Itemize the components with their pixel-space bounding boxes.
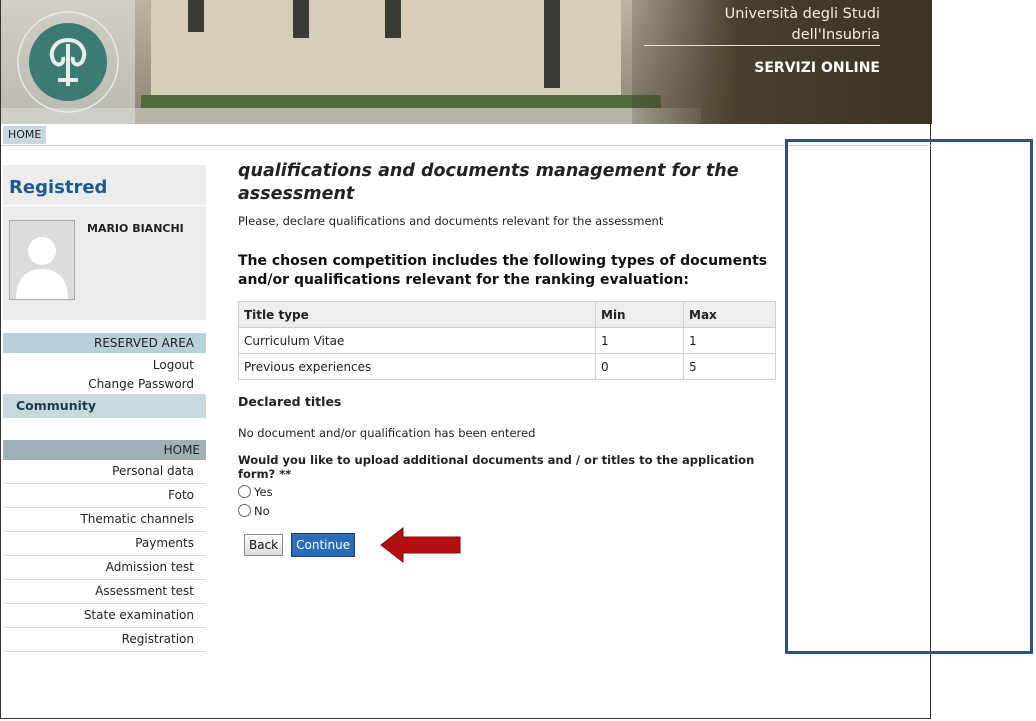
services-label: SERVIZI ONLINE [754, 60, 880, 76]
cell-min: 1 [595, 327, 684, 354]
col-max: Max [683, 301, 776, 328]
menu-payments[interactable]: Payments [3, 532, 206, 556]
declared-titles-heading: Declared titles [238, 394, 342, 409]
menu-personal-data[interactable]: Personal data [3, 460, 206, 484]
cell-title-type: Curriculum Vitae [238, 327, 596, 354]
continue-button[interactable]: Continue [291, 533, 356, 557]
table-row: Curriculum Vitae 1 1 [238, 327, 776, 354]
change-password-link[interactable]: Change Password [3, 375, 206, 394]
page-subtitle: Please, declare qualifications and docum… [238, 214, 664, 228]
registered-heading: Registred [9, 177, 108, 198]
community-link[interactable]: Community [3, 394, 206, 418]
menu-assessment-test[interactable]: Assessment test [3, 580, 206, 604]
main-content: qualifications and documents management … [238, 160, 778, 565]
menu-admission-test[interactable]: Admission test [3, 556, 206, 580]
menu-state-examination[interactable]: State examination [3, 604, 206, 628]
table-header-row: Title type Min Max [238, 301, 776, 328]
no-document-message: No document and/or qualification has bee… [238, 426, 536, 440]
radio-no[interactable]: No [238, 502, 778, 519]
avatar [9, 220, 75, 300]
home-tab[interactable]: HOME [3, 126, 47, 144]
upload-question: Would you like to upload additional docu… [238, 453, 755, 481]
arrow-left-icon [380, 526, 461, 564]
competition-heading: The chosen competition includes the foll… [238, 253, 768, 288]
profile-panel: Registred MARIO BIANCHI [3, 165, 206, 320]
user-name: MARIO BIANCHI [87, 222, 184, 235]
cell-max: 5 [683, 353, 776, 380]
menu-registration[interactable]: Registration [3, 628, 206, 652]
table-row: Previous experiences 0 5 [238, 353, 776, 380]
menu-thematic-channels[interactable]: Thematic channels [3, 508, 206, 532]
home-section-heading[interactable]: HOME [3, 440, 206, 460]
back-button[interactable]: Back [244, 534, 284, 556]
col-title-type: Title type [238, 301, 596, 328]
page-title: qualifications and documents management … [238, 161, 739, 204]
sidebar: Registred MARIO BIANCHI RESERVED AREA Lo… [3, 165, 206, 652]
header-banner: Università degli Studi dell'Insubria SER… [1, 0, 932, 124]
radio-yes-label: Yes [254, 484, 273, 499]
title-types-table: Title type Min Max Curriculum Vitae 1 1 … [238, 301, 776, 380]
logout-link[interactable]: Logout [3, 356, 206, 375]
radio-yes-circle[interactable] [238, 485, 251, 498]
university-logo [1, 0, 135, 124]
cell-max: 1 [683, 327, 776, 354]
radio-yes[interactable]: Yes [238, 483, 778, 500]
col-min: Min [595, 301, 684, 328]
cell-min: 0 [595, 353, 684, 380]
reserved-area-heading: RESERVED AREA [3, 333, 206, 353]
university-name: Università degli Studi dell'Insubria [724, 6, 880, 43]
annotation-box [785, 139, 1033, 654]
radio-no-circle[interactable] [238, 504, 251, 517]
form-buttons: Back Continue [238, 525, 778, 565]
menu-foto[interactable]: Foto [3, 484, 206, 508]
cell-title-type: Previous experiences [238, 353, 596, 380]
radio-no-label: No [254, 503, 270, 518]
